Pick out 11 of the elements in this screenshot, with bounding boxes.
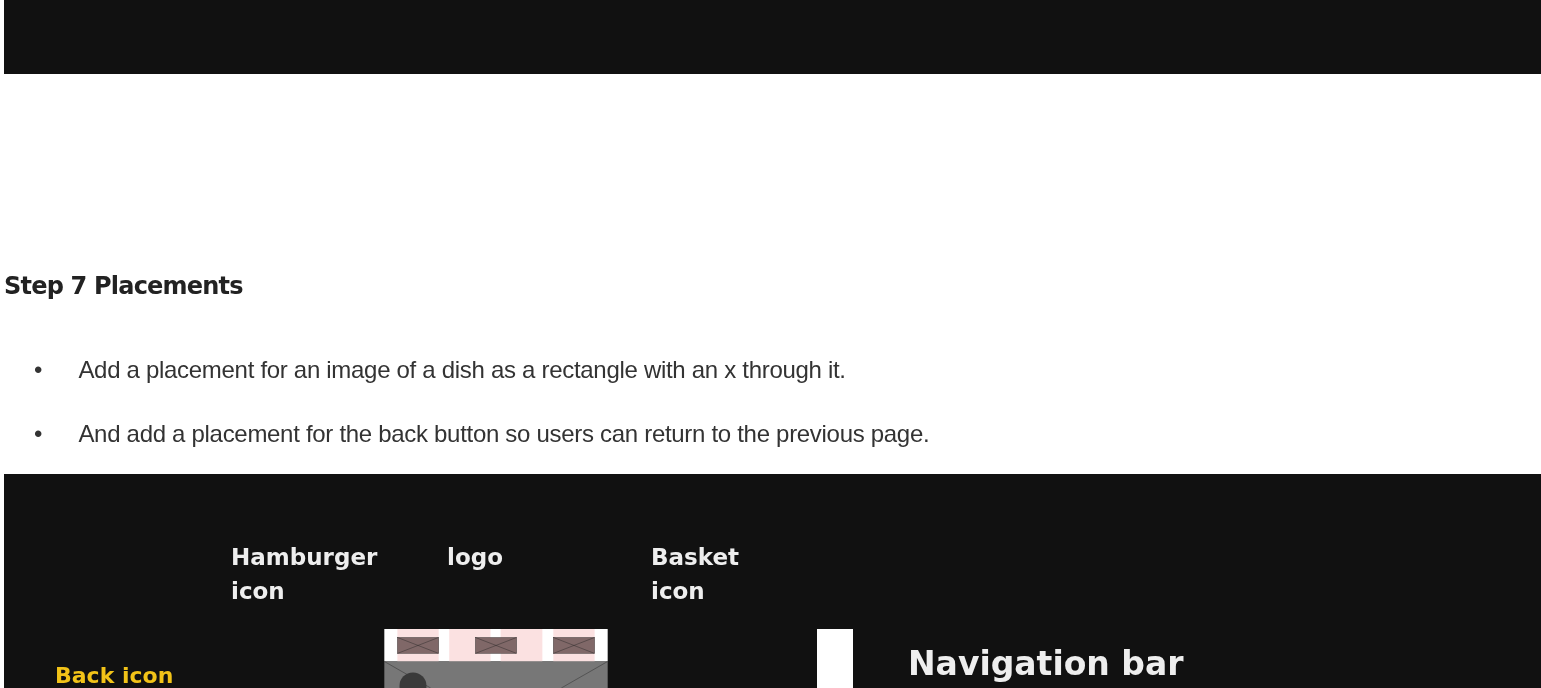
section-title: Navigation bar xyxy=(908,644,1184,683)
annotation-label: logo xyxy=(447,543,503,572)
annotation-label: Hamburger icon xyxy=(231,543,379,606)
bullet-marker: • xyxy=(34,356,43,384)
bullet-text: Add a placement for an image of a dish as a rectangle with an x through it. xyxy=(78,356,846,384)
bullet-marker: • xyxy=(34,420,43,448)
annotation-label: Back icon xyxy=(55,663,174,688)
section-indicator-bar xyxy=(817,629,853,688)
bullet-text: And add a placement for the back button so users can return to the previous page. xyxy=(78,420,930,448)
step-heading: Step 7 Placements xyxy=(4,272,244,300)
annotation-label: Basket icon xyxy=(651,543,740,606)
